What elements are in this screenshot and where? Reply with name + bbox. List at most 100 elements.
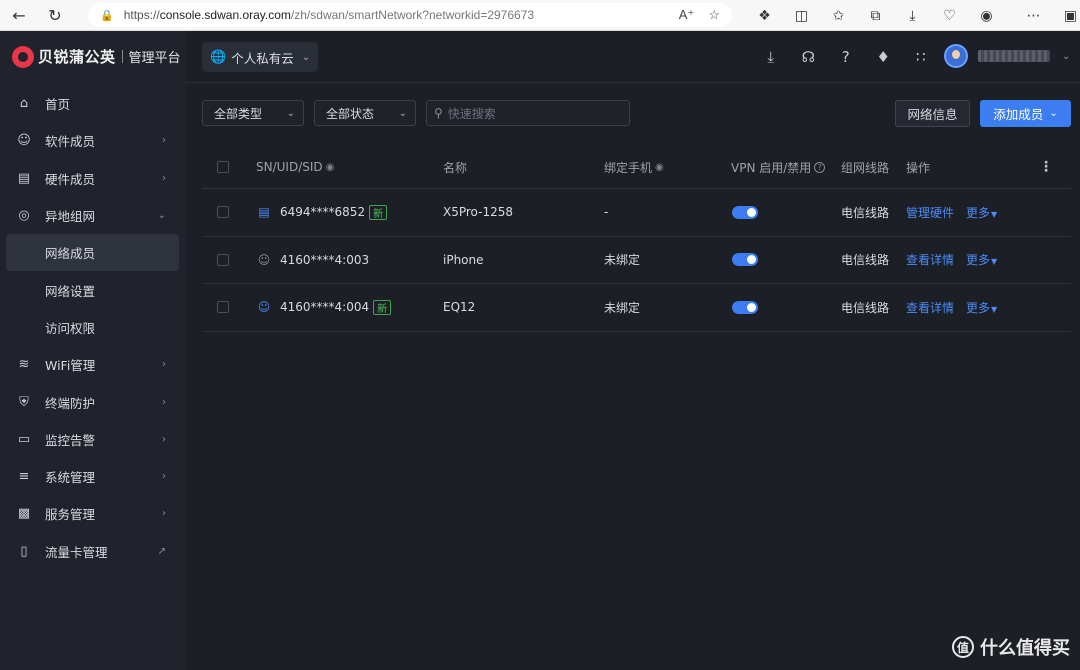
add-member-button[interactable]: 添加成员 ⌄: [980, 100, 1071, 127]
sliders-icon: ≡: [18, 469, 30, 485]
row-checkbox[interactable]: [217, 301, 229, 314]
dandelion-logo-icon: [12, 45, 34, 68]
split-screen-icon[interactable]: ◫: [783, 0, 820, 31]
apps-grid-icon[interactable]: ∷: [902, 45, 940, 69]
sidebar-item-monitoring[interactable]: ▭ 监控告警 ›: [0, 421, 186, 458]
sidebar: 贝锐蒲公英 管理平台 ⌂ 首页 ☺ 软件成员 › ▤ 硬件成员 › ◎ 异地组网…: [0, 31, 186, 670]
address-bar[interactable]: 🔒 https://console.sdwan.oray.com/zh/sdwa…: [88, 3, 732, 27]
chevron-down-icon: ⌄: [157, 210, 166, 222]
type-filter-select[interactable]: 全部类型 ⌄: [202, 100, 304, 126]
favorite-star-icon[interactable]: ☆: [708, 7, 720, 23]
download-icon[interactable]: ⤓: [752, 45, 790, 69]
more-label: 更多: [966, 253, 991, 268]
main-content: 全部类型 ⌄ 全部状态 ⌄ ⚲ 快速搜索 网络信息 添加成员 ⌄ SN/UID/…: [186, 83, 1080, 670]
row-checkbox[interactable]: [217, 206, 229, 219]
chevron-down-icon: ⌄: [1062, 50, 1071, 62]
sidebar-item-network-members[interactable]: 网络成员: [6, 234, 179, 272]
status-filter-value: 全部状态: [326, 106, 375, 121]
more-dropdown[interactable]: 更多▼: [966, 204, 997, 221]
chevron-down-icon: ⌄: [398, 107, 407, 119]
downloads-icon[interactable]: ⤓: [894, 0, 931, 31]
shield-icon: ⛨: [19, 394, 29, 410]
sidebar-item-remote-network[interactable]: ◎ 异地组网 ⌄: [0, 197, 186, 234]
sidebar-item-wifi[interactable]: ≋ WiFi管理 ›: [0, 346, 186, 383]
vpn-toggle[interactable]: [732, 253, 758, 267]
caret-down-icon: ▼: [991, 257, 998, 267]
vpn-toggle[interactable]: [732, 205, 758, 219]
avatar: [944, 44, 968, 68]
router-icon: ▤: [258, 205, 270, 220]
favorites-icon[interactable]: ✩: [820, 0, 857, 31]
column-settings-icon[interactable]: ⋮: [1039, 159, 1053, 175]
profile-pet-icon[interactable]: ◉: [968, 0, 1005, 31]
external-link-icon: ↗: [157, 545, 166, 557]
collections-icon[interactable]: ⧉: [857, 0, 894, 31]
eye-icon[interactable]: ◉: [326, 162, 335, 173]
view-details-link[interactable]: 查看详情: [906, 299, 954, 316]
member-name: EQ12: [443, 300, 476, 315]
extensions-icon[interactable]: ❖: [746, 0, 783, 31]
help-circle-icon[interactable]: ?: [814, 161, 826, 173]
network-name: 个人私有云: [231, 50, 294, 66]
sidebar-item-label: 网络成员: [45, 246, 96, 262]
sidebar-item-sim-card[interactable]: ▯ 流量卡管理 ↗: [0, 533, 186, 570]
network-info-button[interactable]: 网络信息: [895, 100, 970, 127]
help-icon[interactable]: ?: [827, 45, 865, 69]
sidebar-item-system[interactable]: ≡ 系统管理 ›: [0, 458, 186, 495]
select-all-checkbox[interactable]: [217, 161, 229, 173]
manage-hardware-link[interactable]: 管理硬件: [906, 204, 954, 221]
sidebar-item-endpoint-protection[interactable]: ⛨ 终端防护 ›: [0, 383, 186, 420]
simcard-icon: ▯: [20, 543, 28, 559]
lock-icon: 🔒: [100, 9, 114, 22]
sidebar-item-service[interactable]: ▩ 服务管理 ›: [0, 495, 186, 532]
more-dropdown[interactable]: 更多▼: [966, 251, 997, 268]
brand-logo[interactable]: 贝锐蒲公英 管理平台: [0, 31, 186, 82]
column-ops: 操作: [906, 160, 931, 175]
network-icon: ◎: [18, 208, 30, 224]
more-menu-icon[interactable]: ⋯: [1015, 0, 1052, 31]
chevron-right-icon: ›: [162, 508, 166, 520]
status-filter-select[interactable]: 全部状态 ⌄: [314, 100, 416, 126]
sidebar-item-access-permissions[interactable]: 访问权限: [0, 309, 186, 346]
chevron-right-icon: ›: [162, 359, 166, 371]
row-checkbox[interactable]: [217, 253, 229, 266]
headset-support-icon[interactable]: ☊: [790, 45, 828, 69]
network-selector[interactable]: 🌐 个人私有云 ⌄: [202, 42, 318, 72]
globe-icon: 🌐: [210, 49, 227, 65]
more-dropdown[interactable]: 更多▼: [966, 299, 997, 316]
sidebar-item-hardware-members[interactable]: ▤ 硬件成员 ›: [0, 160, 186, 197]
table-row: ▤ 6494****6852 新 X5Pro-1258 - 电信线路 管理硬件 …: [202, 189, 1071, 237]
read-aloud-icon[interactable]: A⁺: [679, 7, 695, 23]
browser-toolbar: ← ↻ 🔒 https://console.sdwan.oray.com/zh/…: [0, 0, 1080, 31]
eye-icon[interactable]: ◉: [655, 162, 664, 173]
member-phone: 未绑定: [604, 253, 641, 268]
refresh-icon[interactable]: ↻: [44, 4, 66, 26]
new-badge: 新: [369, 204, 388, 220]
search-input[interactable]: ⚲ 快速搜索: [426, 100, 630, 126]
sidebar-item-label: 监控告警: [45, 432, 96, 448]
brand-name: 贝锐蒲公英: [38, 48, 116, 66]
vpn-toggle[interactable]: [732, 300, 758, 314]
member-id: 4160****4:004: [280, 300, 370, 315]
wifi-icon: ≋: [18, 357, 30, 373]
view-details-link[interactable]: 查看详情: [906, 251, 954, 268]
sidebar-item-label: WiFi管理: [45, 358, 96, 374]
user-icon: ☺: [257, 252, 271, 267]
url-host: console.sdwan.oray.com: [159, 8, 291, 22]
user-menu[interactable]: ⌄: [944, 44, 1070, 68]
chevron-right-icon: ›: [162, 433, 166, 445]
sidebar-item-home[interactable]: ⌂ 首页: [0, 85, 186, 122]
heart-extension-icon[interactable]: ♡: [931, 0, 968, 31]
chevron-right-icon: ›: [162, 135, 166, 147]
back-icon[interactable]: ←: [8, 4, 30, 26]
member-phone: 未绑定: [604, 300, 641, 315]
sidebar-item-software-members[interactable]: ☺ 软件成员 ›: [0, 122, 186, 159]
sidebar-toggle-icon[interactable]: ▣: [1052, 0, 1080, 31]
watermark-logo: 值: [952, 636, 974, 658]
search-placeholder: 快速搜索: [447, 106, 496, 121]
bell-icon[interactable]: ♦: [865, 45, 903, 69]
member-id: 6494****6852: [280, 205, 366, 220]
sidebar-item-network-settings[interactable]: 网络设置: [0, 271, 186, 308]
table-row: ☺ 4160****4:003 iPhone 未绑定 电信线路 查看详情 更多▼: [202, 237, 1071, 284]
brand-divider: [121, 50, 123, 63]
